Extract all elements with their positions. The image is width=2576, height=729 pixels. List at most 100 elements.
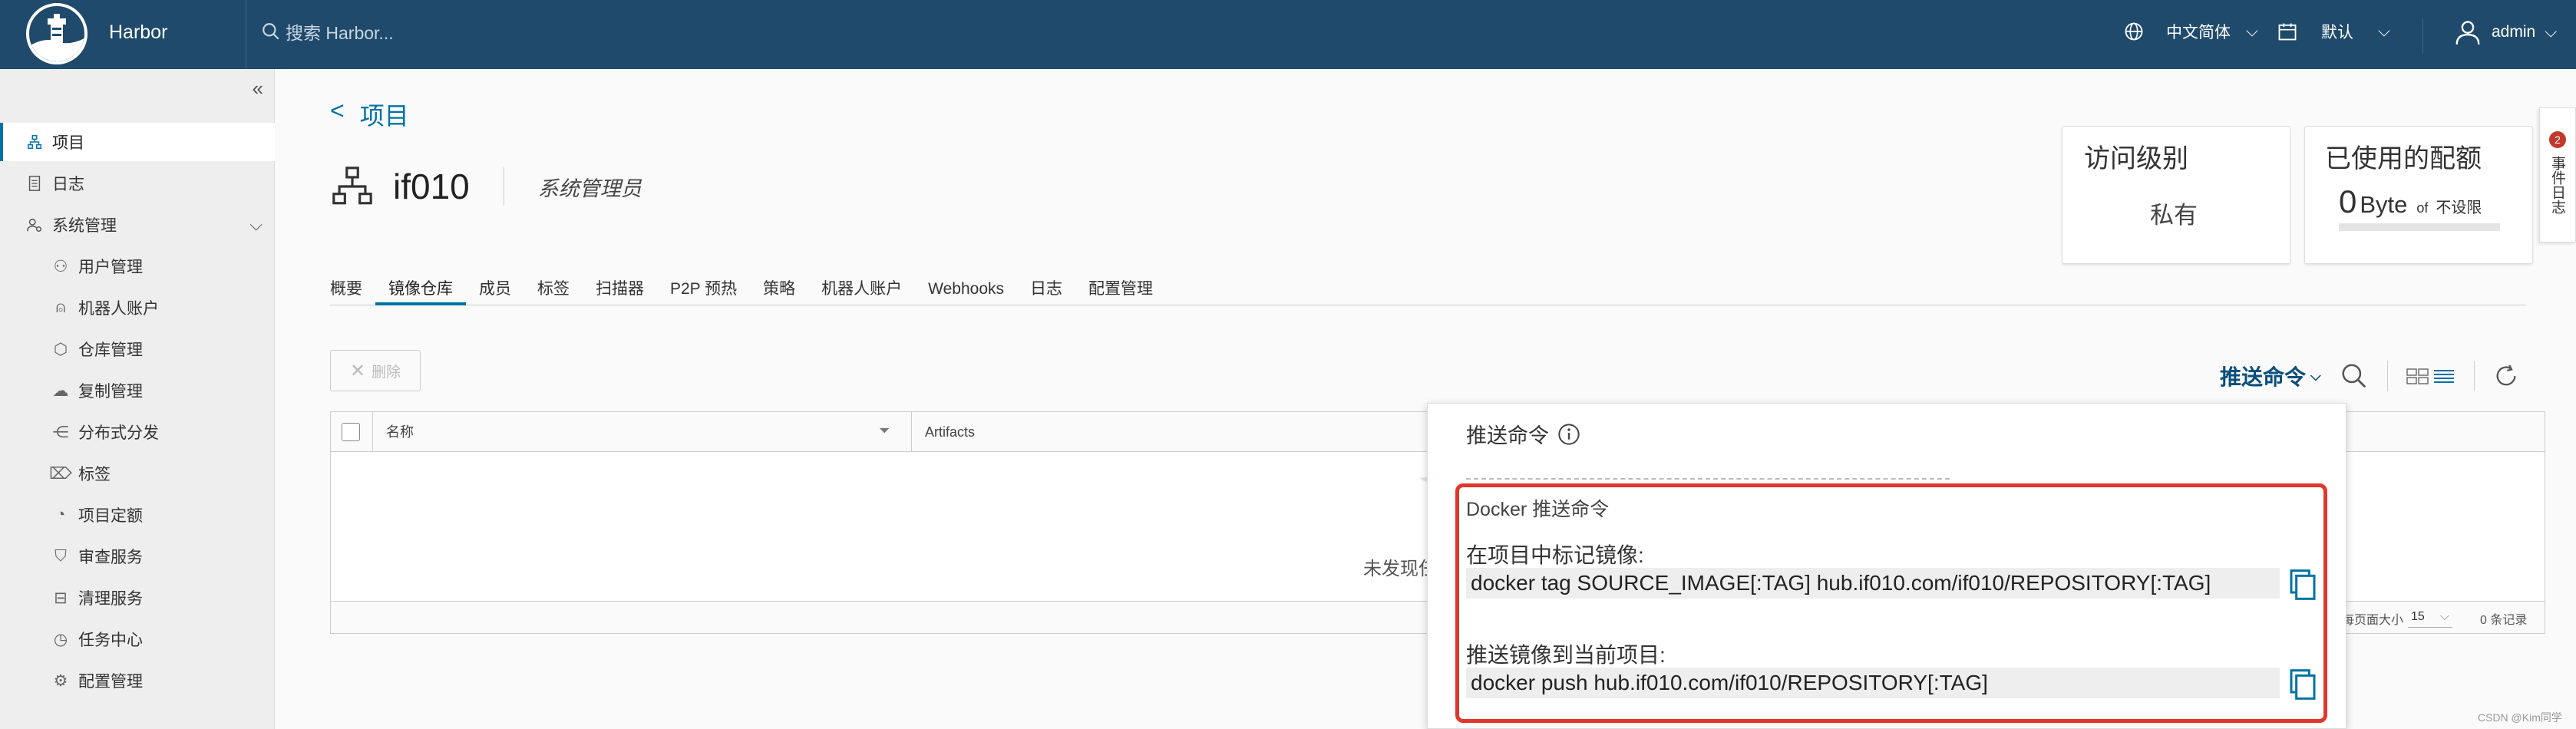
push-command-dropdown[interactable]: 推送命令 ⌵ — [2220, 361, 2321, 391]
delete-button[interactable]: ✕ 删除 — [330, 350, 421, 391]
project-header: if010 系统管理员 — [330, 164, 642, 209]
sidebar-item-config[interactable]: ⚙ 配置管理 — [0, 661, 275, 700]
tab-scanner[interactable]: 扫描器 — [583, 273, 657, 305]
sidebar-item-label: 项目 — [52, 134, 84, 152]
select-all-checkbox[interactable] — [342, 423, 360, 441]
project-role: 系统管理员 — [537, 176, 642, 200]
sidebar-item-label: 机器人账户 — [78, 300, 159, 318]
tag-command-field[interactable]: docker tag SOURCE_IMAGE[:TAG] hub.if010.… — [1466, 568, 2280, 599]
column-divider — [911, 412, 912, 452]
sidebar-item-gc[interactable]: ⊟ 清理服务 — [0, 579, 275, 617]
chevron-left-icon: < — [330, 97, 345, 124]
back-label: 项目 — [359, 102, 409, 130]
tab-p2p-preheat[interactable]: P2P 预热 — [657, 273, 750, 305]
project-icon — [26, 134, 43, 150]
project-tabs: 概要 镜像仓库 成员 标签 扫描器 P2P 预热 策略 机器人账户 Webhoo… — [330, 273, 2525, 305]
tab-robot-accounts[interactable]: 机器人账户 — [808, 273, 915, 305]
sidebar-item-jobs[interactable]: ◷ 任务中心 — [0, 620, 275, 658]
quota-used-unit: Byte — [2360, 191, 2408, 218]
push-command-label-text: 推送镜像到当前项目: — [1466, 643, 1666, 667]
sidebar-item-logs[interactable]: 日志 — [0, 164, 275, 203]
trash-icon: ⊟ — [54, 589, 68, 607]
sidebar-item-label: 任务中心 — [78, 632, 143, 649]
quota-of: of — [2416, 200, 2429, 216]
search-icon — [263, 23, 279, 40]
header-divider — [2422, 18, 2423, 54]
info-icon[interactable] — [1557, 422, 1581, 447]
page-size-select[interactable]: 15 ⌵ — [2408, 606, 2452, 628]
tab-members[interactable]: 成员 — [466, 273, 524, 305]
popover-title-text: 推送命令 — [1466, 424, 1549, 447]
access-level-card: 访问级别 私有 — [2062, 126, 2290, 264]
search-input[interactable]: 搜索 Harbor... — [286, 18, 394, 45]
sidebar-item-quotas[interactable]: ◔ 项目定额 — [0, 496, 275, 534]
event-log-label: 事件日志 — [2549, 156, 2565, 214]
sidebar-item-label: 分布式分发 — [78, 424, 159, 442]
global-search[interactable]: 搜索 Harbor... — [261, 18, 394, 45]
sidebar-item-label: 复制管理 — [78, 383, 143, 401]
list-view-icon[interactable] — [2432, 367, 2455, 385]
quota-card: 已使用的配额 0 Byte of 不设限 — [2304, 126, 2533, 264]
back-to-projects-link[interactable]: < 项目 — [330, 97, 409, 132]
sidebar-item-distribution[interactable]: ⋲ 分布式分发 — [0, 413, 275, 451]
collapse-sidebar-icon[interactable]: « — [253, 77, 263, 101]
registry-icon: ⬡ — [53, 340, 68, 358]
event-count-badge: 2 — [2549, 131, 2566, 148]
event-log-tab[interactable]: 2 事件日志 — [2539, 107, 2576, 242]
refresh-icon[interactable] — [2493, 363, 2519, 389]
docker-section-title: Docker 推送命令 — [1466, 499, 1610, 520]
access-level-title: 访问级别 — [2084, 144, 2188, 173]
sidebar-item-projects[interactable]: 项目 — [0, 123, 275, 161]
theme-selector[interactable]: 默认 ⌵ — [2277, 20, 2390, 43]
push-command-popover: 推送命令 Docker 推送命令 在项目中标记镜像: docker tag SO… — [1427, 403, 2346, 729]
sidebar-item-label: 仓库管理 — [78, 341, 143, 359]
tab-summary[interactable]: 概要 — [330, 273, 375, 305]
sidebar-item-users[interactable]: ⚇ 用户管理 — [0, 247, 275, 285]
chevron-down-icon: ⌵ — [2439, 610, 2449, 623]
chevron-down-icon: ⌵ — [2378, 22, 2390, 40]
sidebar-item-admin[interactable]: 系统管理 ⌵ — [0, 206, 275, 244]
language-selector[interactable]: 中文简体 ⌵ — [2123, 20, 2258, 43]
column-header-name[interactable]: 名称 — [386, 412, 414, 452]
sidebar-item-label: 标签 — [78, 466, 111, 483]
copy-icon[interactable] — [2287, 668, 2318, 701]
quota-title: 已使用的配额 — [2325, 144, 2482, 173]
tab-labels[interactable]: 标签 — [524, 273, 583, 305]
push-command-field[interactable]: docker push hub.if010.com/if010/REPOSITO… — [1466, 668, 2280, 698]
harbor-logo[interactable] — [26, 3, 88, 64]
page-size-label: 每页面大小 — [2342, 614, 2404, 627]
distribution-icon: ⋲ — [52, 423, 69, 441]
filter-icon[interactable]: ⏷ — [879, 423, 890, 439]
repo-toolbar: 推送命令 ⌵ — [2220, 361, 2519, 391]
tab-policy[interactable]: 策略 — [750, 273, 808, 305]
sidebar-item-label: 项目定额 — [78, 507, 143, 525]
copy-icon[interactable] — [2287, 568, 2318, 602]
record-count: 0 条记录 — [2480, 614, 2528, 627]
toolbar-divider — [2386, 361, 2388, 391]
chevron-down-icon: ⌵ — [2246, 22, 2258, 40]
sidebar-item-label: 清理服务 — [78, 590, 143, 608]
search-icon[interactable] — [2340, 361, 2369, 391]
column-header-artifacts[interactable]: Artifacts — [925, 412, 975, 452]
tab-repositories[interactable]: 镜像仓库 — [375, 273, 466, 305]
user-name: admin — [2492, 23, 2536, 41]
toolbar-divider — [2473, 361, 2475, 391]
close-icon: ✕ — [349, 360, 366, 381]
language-label: 中文简体 — [2166, 24, 2231, 41]
chevron-down-icon: ⌵ — [2310, 368, 2321, 384]
sidebar-item-replication[interactable]: ☁ 复制管理 — [0, 371, 275, 410]
brand-name[interactable]: Harbor — [109, 21, 167, 44]
tab-configuration[interactable]: 配置管理 — [1075, 273, 1166, 305]
tab-logs[interactable]: 日志 — [1017, 273, 1075, 305]
replication-icon: ☁ — [52, 381, 69, 400]
sidebar-item-labels[interactable]: ⌦ 标签 — [0, 454, 275, 493]
sidebar-item-robots[interactable]: ⍝ 机器人账户 — [0, 289, 275, 327]
tab-webhooks[interactable]: Webhooks — [915, 273, 1017, 305]
card-view-icon[interactable] — [2406, 367, 2429, 385]
sidebar-item-registries[interactable]: ⬡ 仓库管理 — [0, 330, 275, 368]
user-menu[interactable]: admin ⌵ — [2453, 17, 2557, 48]
chevron-down-icon: ⌵ — [249, 215, 263, 234]
project-icon — [332, 167, 372, 205]
sidebar: « 项目 日志 系统管理 ⌵ ⚇ 用户管理 ⍝ 机器人账户 ⬡ 仓库管理 ☁ 复… — [0, 69, 275, 729]
sidebar-item-interrogation[interactable]: ⛉ 审查服务 — [0, 537, 275, 576]
